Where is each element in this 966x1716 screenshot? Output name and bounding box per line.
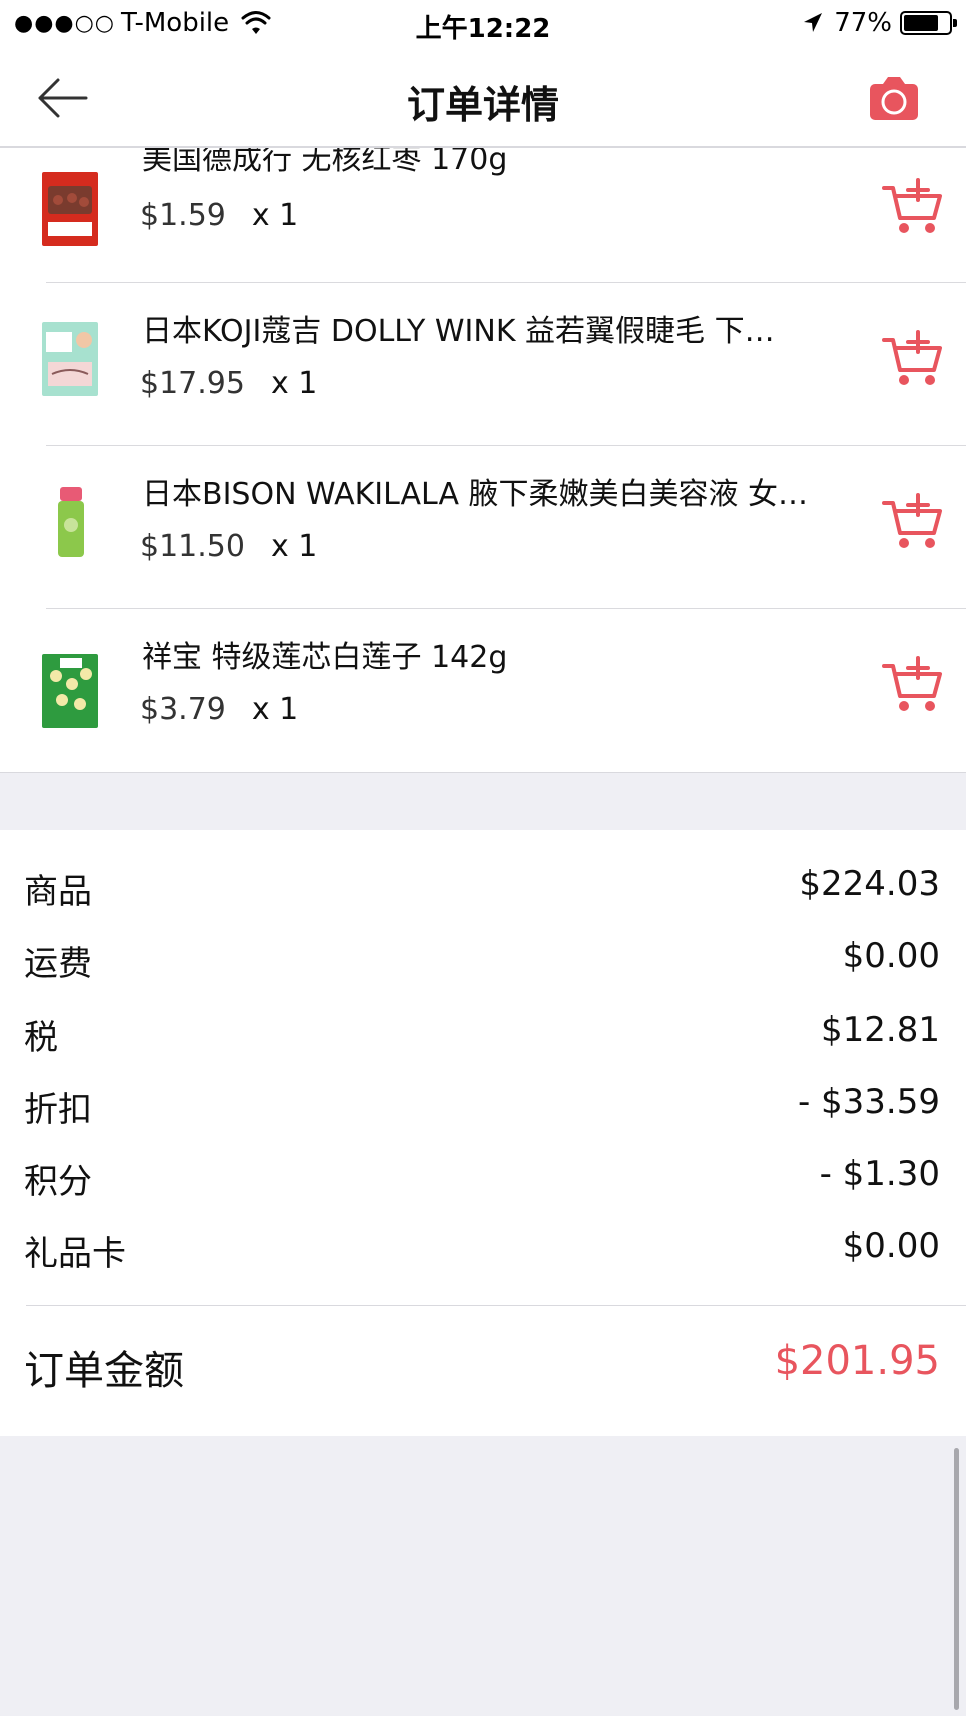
summary-label: 积分: [24, 1162, 92, 1202]
product-price: $3.79: [140, 692, 226, 727]
battery-level: [904, 15, 938, 31]
product-quantity: x 1: [251, 692, 299, 727]
summary-value: $224.03: [799, 864, 940, 904]
scrollbar[interactable]: [954, 1448, 959, 1710]
product-row[interactable]: 日本KOJI蔻吉 DOLLY WINK 益若翼假睫毛 下… $17.95 x 1: [0, 282, 966, 445]
product-thumbnail: [42, 172, 98, 246]
product-price-line: $17.95 x 1: [140, 366, 317, 401]
product-price: $11.50: [140, 529, 245, 564]
add-to-cart-icon[interactable]: [882, 656, 944, 714]
summary-row-points: 积分 - $1.30: [24, 1154, 940, 1214]
product-price-line: $11.50 x 1: [140, 529, 317, 564]
summary-value: - $1.30: [819, 1154, 940, 1194]
order-total-value: $201.95: [774, 1338, 940, 1384]
summary-value: - $33.59: [797, 1082, 940, 1122]
summary-value: $12.81: [821, 1010, 940, 1050]
summary-label: 折扣: [24, 1090, 92, 1130]
product-row[interactable]: 祥宝 特级莲芯白莲子 142g $3.79 x 1: [0, 608, 966, 771]
summary-row-gift-card: 礼品卡 $0.00: [24, 1226, 940, 1286]
product-quantity: x 1: [270, 529, 318, 564]
product-price-line: $3.79 x 1: [140, 692, 298, 727]
row-divider: [46, 282, 966, 283]
summary-label: 礼品卡: [24, 1234, 126, 1274]
product-name[interactable]: 日本BISON WAKILALA 腋下柔嫩美白美容液 女…: [142, 469, 862, 513]
summary-label: 运费: [24, 944, 92, 984]
summary-row-tax: 税 $12.81: [24, 1010, 940, 1070]
product-price: $17.95: [140, 366, 245, 401]
battery-icon: [900, 11, 957, 35]
back-arrow-icon[interactable]: [34, 72, 90, 124]
order-items-list: 美国德成行 无核红枣 170g $1.59 x 1 日本KOJI蔻吉 DOLLY …: [0, 148, 966, 773]
summary-divider: [26, 1305, 966, 1306]
product-price: $1.59: [140, 198, 226, 233]
location-arrow-icon: [804, 13, 823, 32]
navigation-bar: 订单详情: [0, 50, 966, 148]
product-quantity: x 1: [270, 366, 318, 401]
summary-value: $0.00: [842, 936, 940, 976]
product-name[interactable]: 日本KOJI蔻吉 DOLLY WINK 益若翼假睫毛 下…: [142, 306, 862, 350]
product-row[interactable]: 美国德成行 无核红枣 170g $1.59 x 1: [0, 148, 966, 295]
summary-label: 商品: [24, 872, 92, 912]
order-total-label: 订单金额: [24, 1348, 184, 1394]
product-quantity: x 1: [251, 198, 299, 233]
summary-value: $0.00: [842, 1226, 940, 1266]
row-divider: [46, 608, 966, 609]
summary-row-shipping: 运费 $0.00: [24, 936, 940, 996]
order-summary: 商品 $224.03 运费 $0.00 税 $12.81 折扣 - $33.59…: [0, 830, 966, 1436]
summary-row-subtotal: 商品 $224.03: [24, 864, 940, 924]
product-thumbnail: [42, 654, 98, 728]
product-name[interactable]: 祥宝 特级莲芯白莲子 142g: [142, 632, 862, 676]
product-price-line: $1.59 x 1: [140, 198, 298, 233]
summary-row-discount: 折扣 - $33.59: [24, 1082, 940, 1142]
product-thumbnail: [42, 485, 98, 559]
product-name[interactable]: 美国德成行 无核红枣 170g: [142, 148, 862, 178]
status-right: 77%: [802, 8, 957, 38]
battery-tip: [953, 19, 957, 27]
battery-percentage: 77%: [834, 8, 892, 38]
camera-icon[interactable]: [868, 74, 920, 122]
summary-label: 税: [24, 1018, 58, 1058]
product-row[interactable]: 日本BISON WAKILALA 腋下柔嫩美白美容液 女… $11.50 x 1: [0, 445, 966, 608]
page-title: 订单详情: [406, 83, 559, 127]
add-to-cart-icon[interactable]: [882, 330, 944, 388]
add-to-cart-icon[interactable]: [882, 493, 944, 551]
status-bar: ●●●○○ T-Mobile 上午12:22 77%: [0, 0, 966, 50]
row-divider: [46, 445, 966, 446]
product-thumbnail: [42, 322, 98, 396]
order-total-row: 订单金额 $201.95: [24, 1338, 940, 1398]
add-to-cart-icon[interactable]: [882, 178, 944, 236]
